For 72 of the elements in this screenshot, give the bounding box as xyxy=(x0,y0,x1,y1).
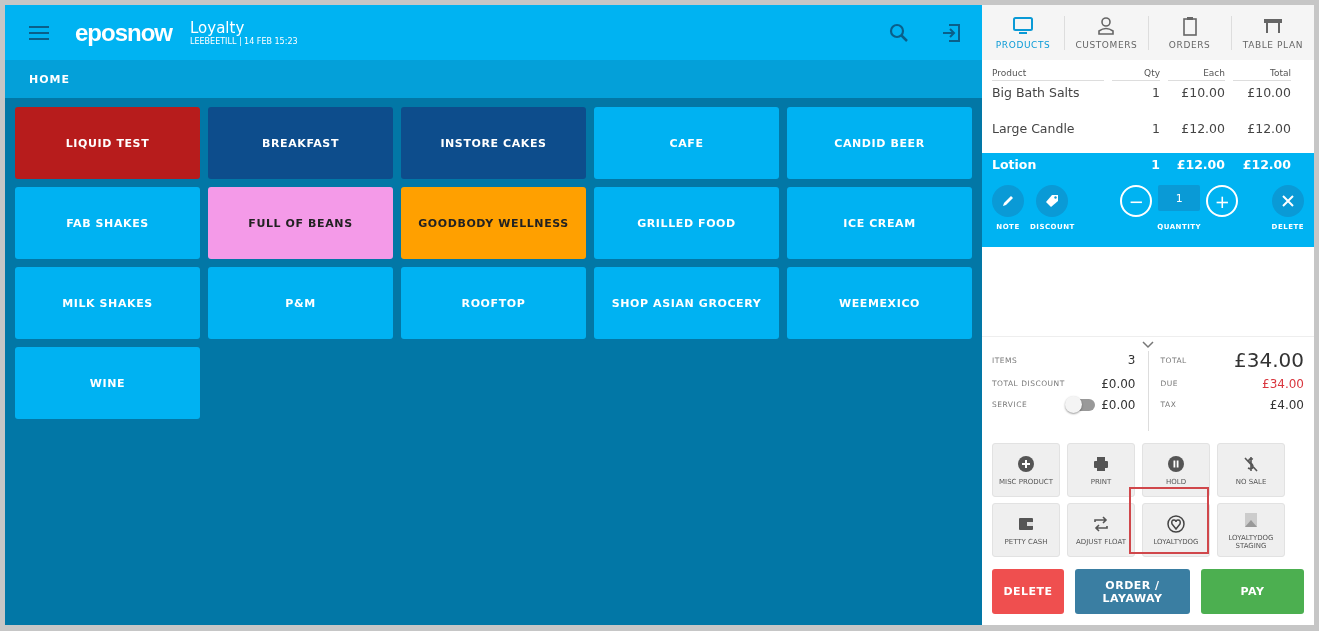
delete-item-button[interactable] xyxy=(1271,185,1304,217)
summary-value: £4.00 xyxy=(1269,397,1304,412)
category-tile[interactable]: BREAKFAST xyxy=(208,107,393,179)
note-button[interactable] xyxy=(992,185,1024,217)
discount-button[interactable] xyxy=(1036,185,1069,217)
logout-icon[interactable] xyxy=(941,22,961,43)
column-header: Product xyxy=(992,68,1104,81)
total-cell-text: £12.00 xyxy=(1246,121,1291,138)
category-tile[interactable]: WINE xyxy=(15,347,200,419)
service-toggle[interactable] xyxy=(1067,398,1096,411)
product-name: Large Candle xyxy=(992,121,1076,138)
category-tile[interactable]: GOODBODY WELLNESS xyxy=(401,187,586,259)
summary-value: £34.00 xyxy=(1234,348,1304,372)
nav-tab[interactable]: TABLE PLAN xyxy=(1231,15,1314,50)
increase-button[interactable]: + xyxy=(1206,185,1239,217)
nav-tab[interactable]: PRODUCTS xyxy=(982,15,1066,50)
price-cell-text: £10.00 xyxy=(1180,85,1225,102)
category-tile[interactable]: WEEMEXICO xyxy=(787,267,972,339)
summary-value: £34.00 xyxy=(1262,376,1304,391)
order-row[interactable]: Lotion 1 £12.00 £12.00 xyxy=(982,153,1314,177)
action-button[interactable]: PAY xyxy=(1201,569,1304,614)
category-tile[interactable]: SHOP ASIAN GROCERY xyxy=(594,267,779,339)
product-name: Lotion xyxy=(992,157,1038,173)
image-icon xyxy=(1242,510,1260,529)
pencil-icon xyxy=(1001,194,1015,208)
category-tile[interactable]: FAB SHAKES xyxy=(15,187,200,259)
order-row[interactable]: Big Bath Salts 1 £10.00 £10.00 xyxy=(982,81,1314,117)
category-tile[interactable]: INSTORE CAKES xyxy=(401,107,586,179)
breadcrumb[interactable]: HOME xyxy=(29,72,71,86)
total-cell-text: £10.00 xyxy=(1246,85,1291,102)
quantity-field[interactable]: 1 xyxy=(1158,185,1201,211)
nav-tab[interactable]: CUSTOMERS xyxy=(1065,15,1149,50)
menu-icon[interactable] xyxy=(29,24,49,41)
category-tile[interactable]: MILK SHAKES xyxy=(15,267,200,339)
action-button[interactable]: DELETE xyxy=(992,569,1064,614)
category-tile[interactable]: LIQUID TEST xyxy=(15,107,200,179)
summary-value: £0.00 xyxy=(1101,397,1136,412)
category-tile[interactable]: ICE CREAM xyxy=(787,187,972,259)
monitor-icon xyxy=(1012,15,1035,36)
price-cell-text: £12.00 xyxy=(1180,121,1225,138)
price-cell-text: £12.00 xyxy=(1175,157,1225,173)
chevron-down-icon[interactable] xyxy=(1142,341,1154,349)
quantity-cell-text: 1 xyxy=(1151,85,1160,102)
logo: eposnow xyxy=(75,18,172,47)
category-tile[interactable]: ROOFTOP xyxy=(401,267,586,339)
summary-value: £0.00 xyxy=(1101,376,1136,391)
category-tile[interactable]: P&M xyxy=(208,267,393,339)
column-header: Each xyxy=(1168,68,1225,81)
action-button[interactable]: ORDER / LAYAWAY xyxy=(1075,569,1190,614)
category-tile[interactable]: CANDID BEER xyxy=(787,107,972,179)
product-name: Big Bath Salts xyxy=(992,85,1081,102)
category-tile[interactable]: CAFE xyxy=(594,107,779,179)
category-tile[interactable]: FULL OF BEANS xyxy=(208,187,393,259)
swap-arrows-icon xyxy=(1092,514,1110,533)
total-cell-text: £12.00 xyxy=(1241,157,1291,173)
quantity-cell-text: 1 xyxy=(1150,157,1160,173)
pause-icon xyxy=(1167,454,1185,473)
decrease-button[interactable]: − xyxy=(1120,185,1153,217)
plus-icon xyxy=(1017,454,1035,473)
order-row[interactable]: Large Candle 1 £12.00 £12.00 xyxy=(982,117,1314,153)
tag-icon xyxy=(1045,194,1060,208)
category-tile[interactable]: GRILLED FOOD xyxy=(594,187,779,259)
nav-tab[interactable]: ORDERS xyxy=(1148,15,1232,50)
close-icon xyxy=(1280,194,1295,208)
column-header: Total xyxy=(1233,68,1291,81)
summary-value: 3 xyxy=(1127,353,1136,367)
page-title: Loyalty xyxy=(190,19,245,37)
printer-icon xyxy=(1092,454,1110,473)
till-info: LEEBEETILL | 14 FEB 15:23 xyxy=(190,37,298,46)
search-icon[interactable] xyxy=(889,22,909,43)
column-header: Qty xyxy=(1112,68,1160,81)
quantity-cell-text: 1 xyxy=(1151,121,1160,138)
